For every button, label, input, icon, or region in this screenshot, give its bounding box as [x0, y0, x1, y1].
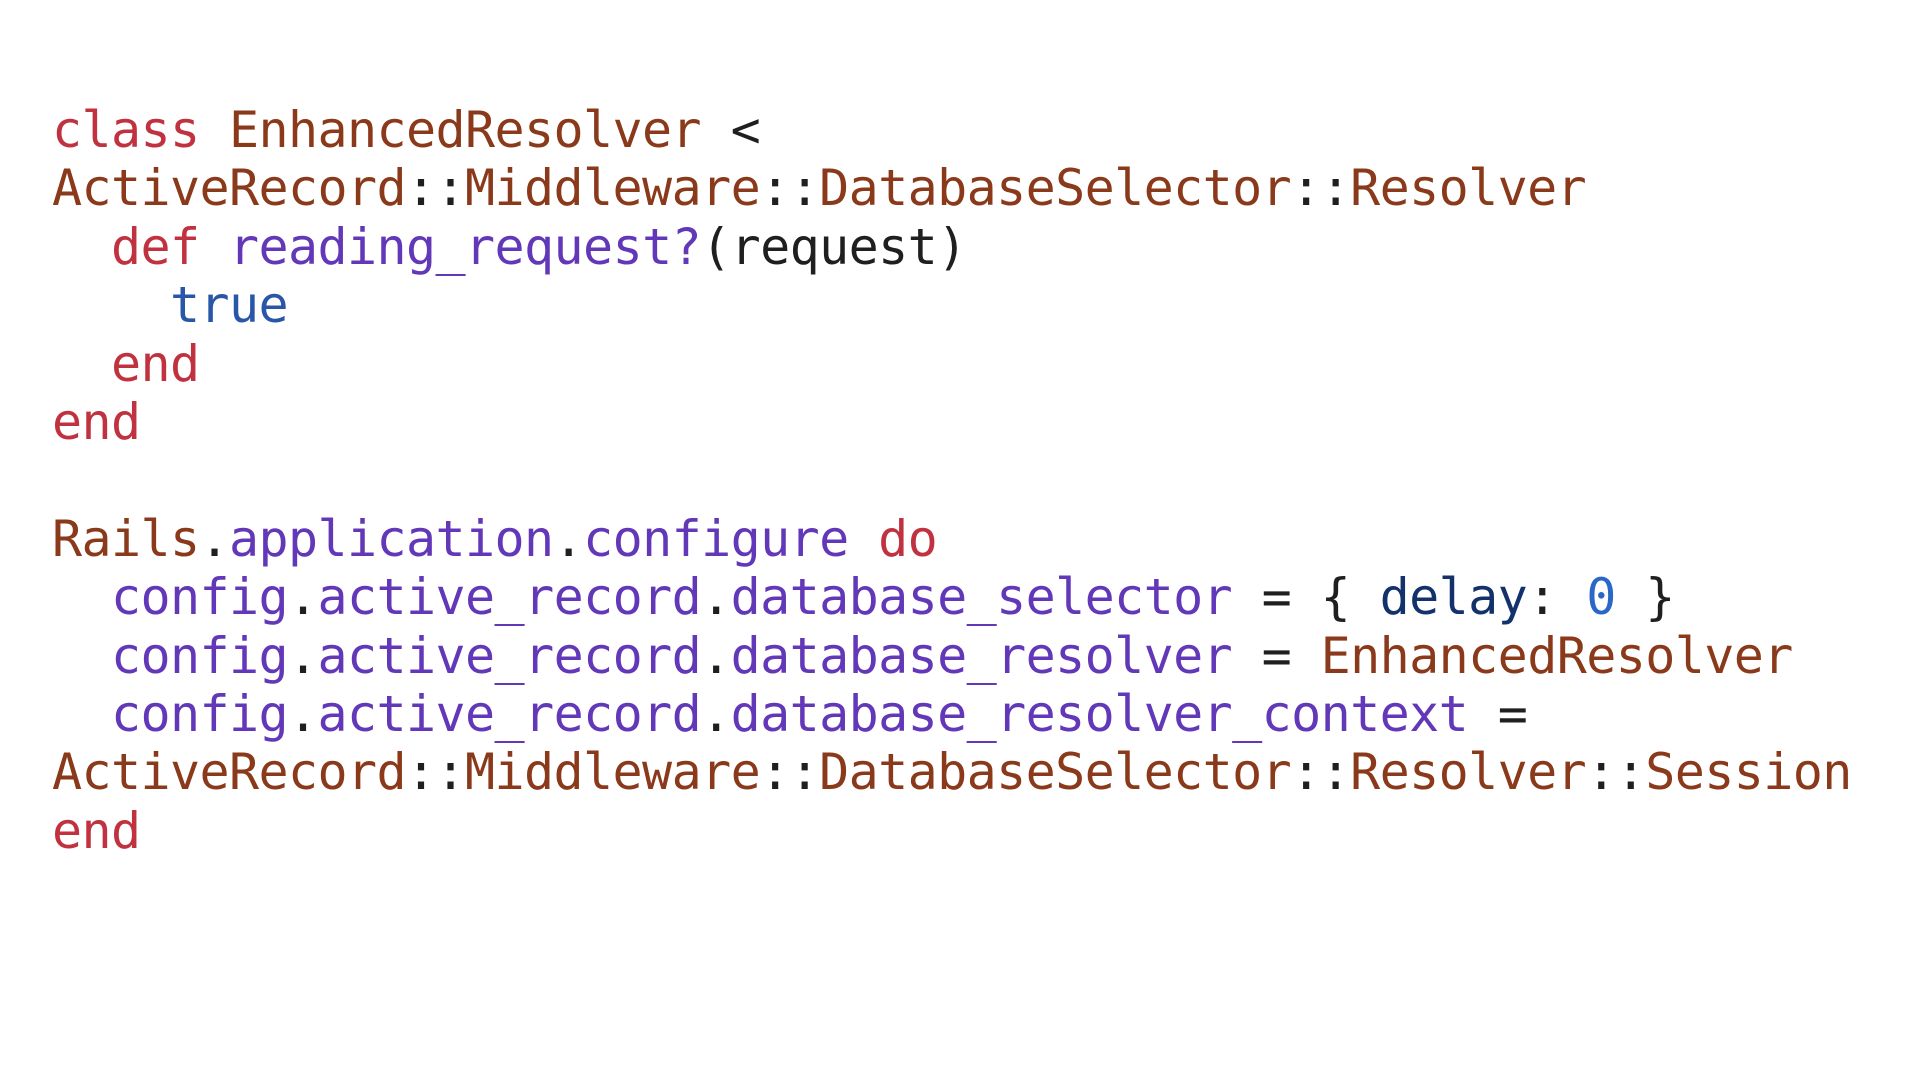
code-line: end	[52, 335, 1852, 393]
code-token-keyword: end	[52, 801, 141, 860]
code-line: class EnhancedResolver <	[52, 101, 1852, 159]
code-line: Rails.application.configure do	[52, 510, 1852, 568]
code-token-method: active_record	[317, 626, 702, 685]
code-token-plain: .	[701, 626, 731, 685]
code-token-constant: EnhancedResolver	[1320, 626, 1794, 685]
code-token-symbol-key: delay	[1379, 568, 1528, 627]
code-token-method: active_record	[317, 568, 702, 627]
code-token-method: active_record	[317, 684, 702, 743]
code-token-plain: .	[199, 509, 230, 568]
code-block: class EnhancedResolver < ActiveRecord::Mi…	[52, 101, 1852, 860]
code-line: config.active_record.database_selector =…	[52, 568, 1852, 626]
code-token-keyword: end	[111, 334, 200, 393]
code-token-plain: .	[288, 684, 318, 743]
code-token-constant: ActiveRecord	[52, 159, 407, 218]
code-line: config.active_record.database_resolver =…	[52, 627, 1852, 685]
code-token-constant: Resolver	[1350, 743, 1587, 802]
code-token-keyword: do	[878, 509, 938, 568]
code-token-constant: Resolver	[1350, 159, 1587, 218]
code-token-keyword: end	[52, 392, 141, 451]
code-token-plain: <	[701, 101, 761, 159]
code-token-constant: Middleware	[465, 743, 761, 802]
code-token-constant: Middleware	[465, 159, 761, 218]
code-line: def reading_request?(request)	[52, 218, 1852, 276]
code-token-constant: EnhancedResolver	[229, 101, 702, 159]
code-token-method: config	[111, 626, 289, 685]
code-token-constant: DatabaseSelector	[819, 743, 1292, 802]
code-token-constant: Session	[1645, 743, 1852, 802]
code-token-constant: ActiveRecord	[52, 743, 407, 802]
code-token-plain: ::	[406, 159, 466, 218]
code-token-plain: = {	[1232, 568, 1380, 627]
code-token-keyword: def	[111, 217, 230, 276]
code-token-boolean: true	[170, 276, 289, 335]
code-token-plain: ::	[406, 743, 466, 802]
code-token-number: 0	[1586, 568, 1616, 627]
code-token-method: reading_request?	[229, 217, 702, 276]
code-line: end	[52, 393, 1852, 451]
code-token-plain: (request)	[701, 217, 967, 276]
code-token-keyword: class	[52, 101, 230, 159]
code-token-method: config	[111, 684, 289, 743]
code-token-plain: .	[288, 568, 318, 627]
code-token-plain: .	[701, 568, 731, 627]
code-token-plain: :	[1527, 568, 1587, 627]
code-token-method: application	[229, 509, 554, 568]
code-token-constant: Rails	[52, 509, 200, 568]
code-line: end	[52, 802, 1852, 860]
code-token-plain: .	[701, 684, 731, 743]
code-token-plain: .	[553, 509, 584, 568]
code-line: ActiveRecord::Middleware::DatabaseSelect…	[52, 743, 1852, 801]
code-token-plain: }	[1615, 568, 1675, 627]
code-line: true	[52, 276, 1852, 334]
code-token-method: database_resolver	[730, 626, 1233, 685]
code-token-constant: DatabaseSelector	[819, 159, 1292, 218]
code-token-plain: =	[1468, 684, 1528, 743]
code-token-plain: ::	[1586, 743, 1646, 802]
code-token-plain: =	[1232, 626, 1321, 685]
code-token-method: database_selector	[730, 568, 1233, 627]
code-token-plain: ::	[1291, 159, 1351, 218]
code-token-method: config	[111, 568, 289, 627]
code-token-method: configure	[583, 509, 879, 568]
code-token-plain: ::	[760, 159, 820, 218]
code-token-method: database_resolver_context	[730, 684, 1469, 743]
code-token-plain: .	[288, 626, 318, 685]
code-line: config.active_record.database_resolver_c…	[52, 685, 1852, 743]
code-line: ActiveRecord::Middleware::DatabaseSelect…	[52, 159, 1852, 217]
code-token-plain: ::	[760, 743, 820, 802]
code-token-plain: ::	[1291, 743, 1351, 802]
